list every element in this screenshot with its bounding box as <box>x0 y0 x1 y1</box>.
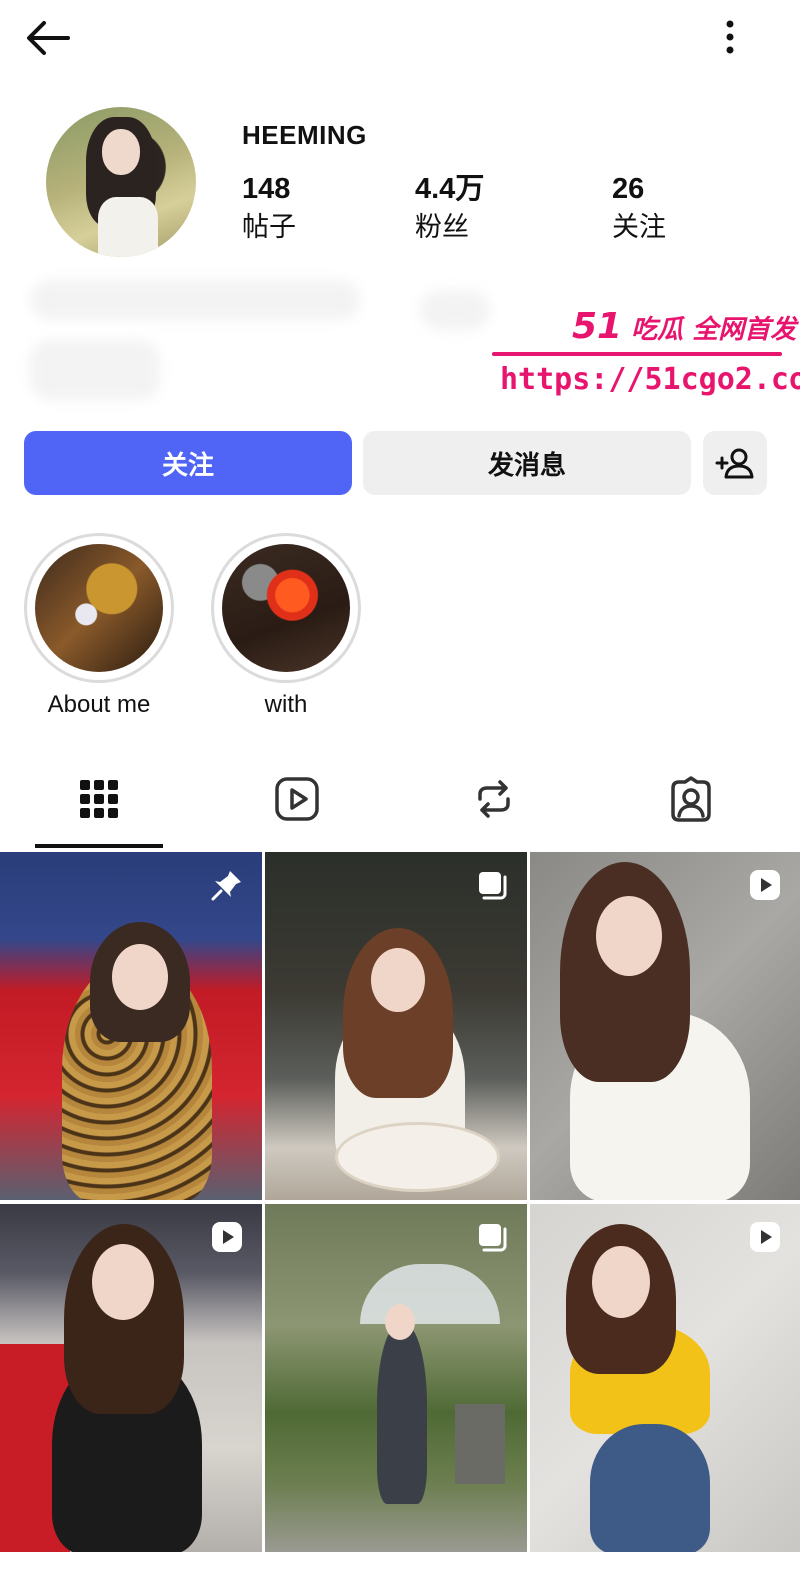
bio-blurred-line <box>30 340 160 400</box>
watermark-url: https://51cgo2.com <box>500 362 800 397</box>
grid-icon <box>80 780 118 818</box>
post-thumbnail[interactable] <box>265 852 527 1200</box>
post-thumbnail[interactable] <box>530 1204 800 1552</box>
pin-icon <box>211 871 241 901</box>
carousel-icon <box>479 872 507 900</box>
tab-reels[interactable] <box>232 752 362 846</box>
post-figure <box>371 948 425 1012</box>
post-thumbnail[interactable] <box>0 852 262 1200</box>
person-add-icon <box>715 448 754 479</box>
highlight-label: with <box>264 691 308 718</box>
highlight-cover <box>35 544 163 672</box>
bio-blurred-line <box>420 290 490 330</box>
post-thumbnail[interactable] <box>265 1204 527 1552</box>
watermark-title: 51 吃瓜 全网首发 <box>572 306 796 347</box>
highlight-cover <box>222 544 350 672</box>
post-thumbnail[interactable] <box>530 852 800 1200</box>
tagged-icon <box>671 776 711 822</box>
follow-button[interactable]: 关注 <box>24 431 352 495</box>
highlight-about-me[interactable]: About me <box>24 533 174 719</box>
profile-avatar[interactable] <box>46 107 196 257</box>
stat-following-label: 关注 <box>612 212 666 242</box>
reels-icon <box>275 777 319 821</box>
post-figure <box>590 1424 710 1552</box>
stat-followers[interactable]: 4.4万 粉丝 <box>415 170 484 246</box>
post-figure <box>377 1324 427 1504</box>
stat-posts-label: 帖子 <box>242 212 296 242</box>
stat-following[interactable]: 26 关注 <box>612 170 666 246</box>
reposts-icon <box>478 780 510 818</box>
back-button[interactable] <box>22 16 74 60</box>
post-figure <box>596 896 662 976</box>
stat-posts[interactable]: 148 帖子 <box>242 170 296 246</box>
bio-blurred-line <box>30 280 360 320</box>
highlight-label: About me <box>47 691 151 718</box>
watermark-divider <box>492 352 782 356</box>
avatar-shirt <box>98 197 158 257</box>
stat-posts-value: 148 <box>242 173 291 205</box>
post-sign <box>455 1404 505 1484</box>
post-figure <box>92 1244 154 1320</box>
reel-icon <box>212 1222 242 1252</box>
watermark-number: 51 <box>572 306 623 347</box>
highlight-ring <box>211 533 361 683</box>
stat-followers-value: 4.4万 <box>415 173 485 205</box>
reel-icon <box>750 1222 780 1252</box>
more-options-button[interactable] <box>712 14 748 60</box>
tab-posts-grid[interactable] <box>34 752 164 846</box>
tab-reposts[interactable] <box>429 752 559 846</box>
post-plate <box>335 1122 500 1192</box>
tab-tagged[interactable] <box>626 752 756 846</box>
watermark-overlay: 51 吃瓜 全网首发 https://51cgo2.com <box>492 300 800 410</box>
back-arrow-icon <box>27 21 70 55</box>
top-bar <box>0 0 800 80</box>
profile-username: HEEMING <box>242 120 367 150</box>
stat-following-value: 26 <box>612 173 645 205</box>
more-vertical-icon <box>726 20 734 54</box>
post-figure <box>592 1246 650 1318</box>
highlight-ring <box>24 533 174 683</box>
message-button[interactable]: 发消息 <box>363 431 691 495</box>
avatar-face <box>102 129 140 175</box>
posts-grid <box>0 852 800 1588</box>
active-tab-indicator <box>35 844 163 848</box>
watermark-text: 吃瓜 全网首发 <box>631 315 797 345</box>
post-thumbnail[interactable] <box>0 1204 262 1552</box>
content-tabs <box>0 752 800 848</box>
highlight-with[interactable]: with <box>211 533 361 719</box>
stat-followers-label: 粉丝 <box>415 212 469 242</box>
carousel-icon <box>479 1224 507 1252</box>
reel-icon <box>750 870 780 900</box>
post-figure <box>112 944 168 1010</box>
add-user-button[interactable] <box>703 431 767 495</box>
post-figure <box>385 1304 415 1340</box>
post-umbrella <box>360 1264 500 1324</box>
